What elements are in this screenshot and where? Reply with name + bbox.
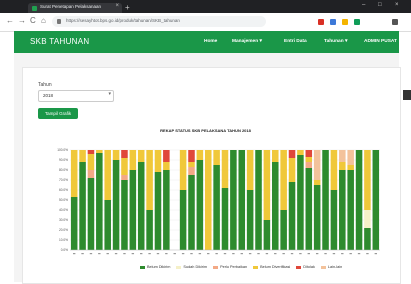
legend-item[interactable]: Lain-lain <box>320 265 343 269</box>
new-tab-button[interactable]: + <box>125 3 130 12</box>
nav-entri-data[interactable]: Entri Data <box>284 39 307 44</box>
legend-swatch <box>140 265 145 269</box>
year-select[interactable]: 2018 ▾ <box>38 90 114 102</box>
legend-label: Ditolak <box>303 265 315 269</box>
legend-label: Perlu Perbaikan <box>220 265 248 269</box>
side-toggle[interactable] <box>403 90 411 100</box>
legend-item[interactable]: Ditolak <box>296 265 315 269</box>
nav-manajemen[interactable]: Manajemen ▾ <box>232 39 262 44</box>
back-icon[interactable]: ← <box>6 16 14 25</box>
browser-tab-strip: Surat Penetapan Pelaksanaan × + – □ × <box>0 0 411 13</box>
legend-swatch <box>296 265 302 269</box>
nav-tahunan[interactable]: Tahunan ▾ <box>324 39 347 44</box>
legend-item[interactable]: Belum Dikirim <box>140 265 170 269</box>
extension-icon[interactable] <box>342 19 348 25</box>
chart-legend: Belum Dikirim Sudah Dikirim Perlu Perbaika… <box>140 265 348 269</box>
tab-title: Surat Penetapan Pelaksanaan <box>40 4 102 9</box>
chart-title: REKAP STATUS SKB PELAKSANA TAHUN 2018 <box>160 128 251 133</box>
extension-icon[interactable] <box>330 19 336 25</box>
legend-swatch <box>320 265 326 269</box>
extension-icon[interactable] <box>318 19 324 25</box>
year-select-value: 2018 <box>43 93 54 98</box>
legend-label: Sudah Dikirim <box>183 265 208 269</box>
legend-item[interactable]: Sudah Dikirim <box>176 265 207 269</box>
favicon-icon <box>32 5 37 11</box>
lock-icon <box>57 18 61 24</box>
year-label: Tahun <box>38 82 52 88</box>
show-chart-button[interactable]: Tampil Grafik <box>38 108 78 119</box>
legend-label: Belum Diverifikasi <box>260 265 291 269</box>
app-navbar: SKB TAHUNAN Home Manajemen ▾ Entri Data … <box>14 31 399 53</box>
chevron-down-icon: ▾ <box>108 91 111 97</box>
legend-item[interactable]: Belum Diverifikasi <box>253 265 290 269</box>
legend-item[interactable]: Perlu Perbaikan <box>213 265 247 269</box>
browser-toolbar: ← → C ⌂ https://sesayhtot.bps.go.id/prod… <box>0 13 411 32</box>
nav-home[interactable]: Home <box>204 39 217 44</box>
tab-close-icon[interactable]: × <box>115 3 119 9</box>
home-icon[interactable]: ⌂ <box>41 16 46 25</box>
url-text: https://sesayhtot.bps.go.id/produk/tahun… <box>66 18 180 23</box>
browser-tab[interactable]: Surat Penetapan Pelaksanaan × <box>28 3 122 13</box>
menu-icon[interactable] <box>392 19 398 25</box>
minimize-icon[interactable]: – <box>362 2 365 8</box>
extension-icon[interactable] <box>354 19 360 25</box>
app-brand[interactable]: SKB TAHUNAN <box>30 37 89 46</box>
reload-icon[interactable]: C <box>30 16 36 25</box>
address-bar[interactable]: https://sesayhtot.bps.go.id/produk/tahun… <box>52 16 266 27</box>
legend-swatch <box>213 265 219 269</box>
legend-swatch <box>253 265 259 269</box>
legend-label: Belum Dikirim <box>147 265 171 269</box>
close-window-icon[interactable]: × <box>395 2 399 8</box>
nav-user[interactable]: ADMIN PUSAT <box>364 39 397 44</box>
forward-icon[interactable]: → <box>18 16 26 25</box>
legend-label: Lain-lain <box>327 265 343 269</box>
legend-swatch <box>176 265 182 269</box>
maximize-icon[interactable]: □ <box>378 2 382 8</box>
